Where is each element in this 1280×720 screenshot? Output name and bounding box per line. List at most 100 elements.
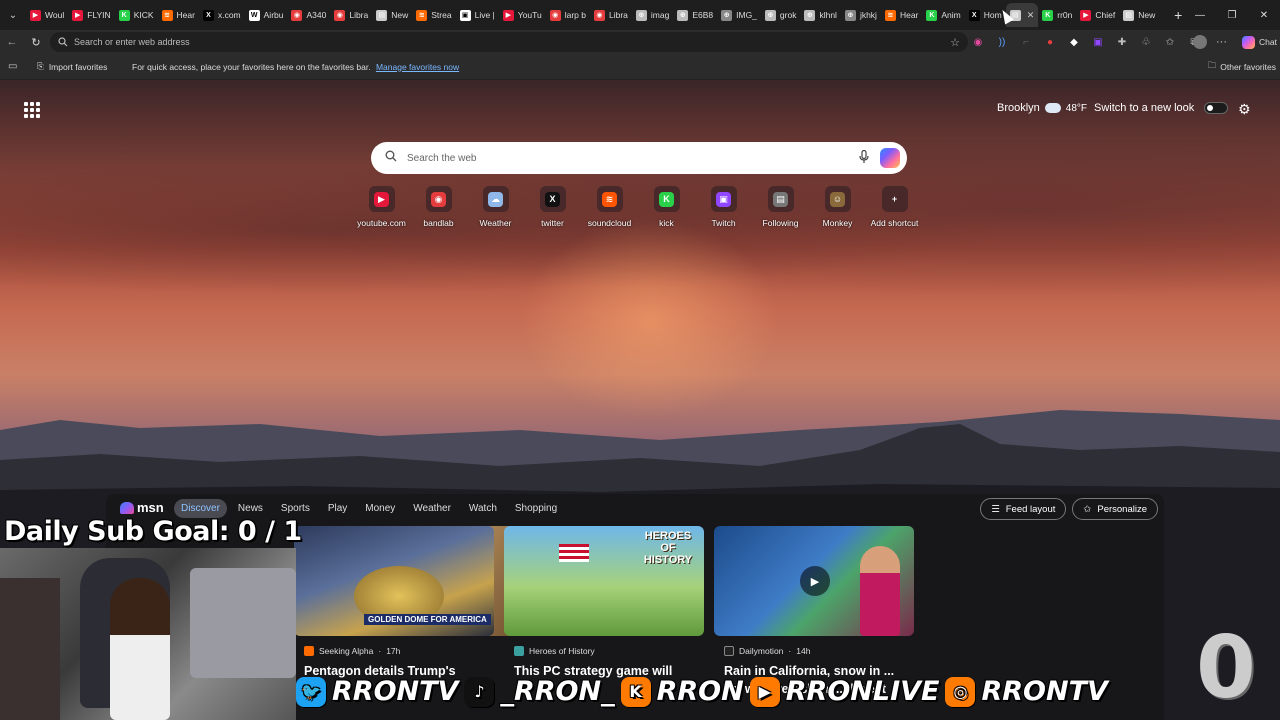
browser-tab[interactable]: ◉ Libra xyxy=(590,3,632,27)
shortcut-kick[interactable]: Kkick xyxy=(638,186,695,228)
browser-tab[interactable]: ≋ Hear xyxy=(158,3,199,27)
webcam-couch xyxy=(190,568,296,678)
source-separator: · xyxy=(788,646,792,656)
tab-title: Strea xyxy=(431,10,452,20)
shortcut-tile: ≋ xyxy=(596,186,623,212)
browser-tab[interactable]: ⊕ jkhkj xyxy=(841,3,881,27)
copilot-search-icon[interactable] xyxy=(880,148,900,168)
extension-icon[interactable]: ▣ xyxy=(1092,37,1104,48)
shortcut-tile: K xyxy=(653,186,680,212)
app-launcher-icon[interactable] xyxy=(24,102,40,118)
browser-tab[interactable]: ▤ New xyxy=(372,3,412,27)
browser-tab[interactable]: ◉ larp b xyxy=(546,3,590,27)
extension-icon[interactable]: ◉ xyxy=(972,37,984,48)
browser-tab[interactable]: ▶ Chief xyxy=(1076,3,1119,27)
page-settings-icon[interactable]: ⚙ xyxy=(1238,101,1251,118)
browser-tab[interactable]: ▤ New xyxy=(1119,3,1159,27)
shortcut-monkey[interactable]: ☺ Monkey xyxy=(809,186,866,228)
browser-tab[interactable]: ⊕ grok xyxy=(761,3,801,27)
minimize-icon[interactable]: — xyxy=(1184,0,1216,30)
shortcut-youtube-com[interactable]: ▶ youtube.com xyxy=(353,186,410,228)
new-look-switch[interactable]: Switch to a new look xyxy=(1094,102,1229,114)
microphone-icon[interactable] xyxy=(859,150,869,164)
browser-tab[interactable]: K KICK xyxy=(115,3,158,27)
shortcut-label: bandlab xyxy=(423,218,454,228)
browser-tab[interactable]: ≋ Hear xyxy=(881,3,922,27)
new-look-toggle[interactable] xyxy=(1204,102,1229,114)
shortcut-soundcloud[interactable]: ≋ soundcloud xyxy=(581,186,638,228)
shortcut-bandlab[interactable]: ◉ bandlab xyxy=(410,186,467,228)
source-logo-icon xyxy=(724,646,734,656)
browser-tab[interactable]: ▶ YouTu xyxy=(499,3,546,27)
tab-title: Hear xyxy=(899,10,919,20)
weather-widget[interactable]: Brooklyn 48°F xyxy=(997,102,1087,114)
browser-tab[interactable]: Xx.com xyxy=(199,3,245,27)
msn-tab-weather[interactable]: Weather xyxy=(406,499,458,518)
source-separator: · xyxy=(378,646,382,656)
shortcut-favicon-icon: ☺ xyxy=(830,191,845,207)
extensions-puzzle-icon[interactable]: ✚ xyxy=(1116,37,1128,48)
restore-icon[interactable]: ❐ xyxy=(1216,0,1248,30)
browser-tab[interactable]: ⊕ E6B8 xyxy=(673,3,717,27)
msn-tab-money[interactable]: Money xyxy=(358,499,402,518)
tab-title: larp b xyxy=(564,10,586,20)
other-favorites-button[interactable]: 🗀 Other favorites xyxy=(1208,60,1276,74)
more-menu-icon[interactable]: ··· xyxy=(1216,30,1227,54)
browser-tab[interactable]: ▶ Woul xyxy=(26,3,68,27)
extension-icon[interactable]: ♧ xyxy=(1140,37,1152,48)
tab-favicon-icon: X xyxy=(202,9,214,21)
msn-tab-play[interactable]: Play xyxy=(321,499,354,518)
shortcut-weather[interactable]: ☁ Weather xyxy=(467,186,524,228)
tab-favicon-icon: K xyxy=(1042,9,1054,21)
shortcut-favicon-icon: ◉ xyxy=(431,191,446,207)
feed-layout-button[interactable]: ☰ Feed layout xyxy=(980,498,1067,520)
browser-tab[interactable]: ⊕ klhnl xyxy=(800,3,840,27)
browser-tab[interactable]: ⊕ imag xyxy=(632,3,673,27)
browser-tab[interactable]: Krr0n xyxy=(1038,3,1076,27)
tab-favicon-icon: ▤ xyxy=(1123,9,1135,21)
browser-tab[interactable]: ▣ Live | xyxy=(456,3,499,27)
favorite-star-icon[interactable]: ☆ xyxy=(950,36,960,49)
web-search-box[interactable]: Search the web xyxy=(371,142,907,174)
news-card-source: Dailymotion · 14h xyxy=(724,646,810,656)
browser-tab[interactable]: ◉ Libra xyxy=(330,3,372,27)
browser-tab[interactable]: ≋ Strea xyxy=(412,3,455,27)
personalize-button[interactable]: ✩ Personalize xyxy=(1072,498,1158,520)
import-favorites-button[interactable]: ⎘ Import favorites xyxy=(37,61,107,72)
msn-tab-watch[interactable]: Watch xyxy=(462,499,504,518)
close-window-icon[interactable]: ✕ xyxy=(1248,0,1280,30)
browser-tab[interactable]: W Airbu xyxy=(245,3,288,27)
extension-icon[interactable]: ⌐ xyxy=(1020,37,1032,48)
personalize-label: Personalize xyxy=(1097,503,1147,515)
shortcut-twitter[interactable]: Xtwitter xyxy=(524,186,581,228)
play-icon[interactable]: ▶ xyxy=(800,566,830,596)
favorites-icon[interactable]: ✩ xyxy=(1164,37,1176,48)
shortcut-following[interactable]: ▤ Following xyxy=(752,186,809,228)
sidebar-toggle-icon[interactable]: ▭ xyxy=(8,61,17,72)
back-icon[interactable]: ← xyxy=(0,30,24,54)
tab-favicon-icon: K xyxy=(118,9,130,21)
browser-tab[interactable]: ▶ FLYIN xyxy=(68,3,114,27)
msn-logo[interactable]: msn xyxy=(120,500,164,515)
browser-tab[interactable]: ⊕ IMG_ xyxy=(717,3,761,27)
shortcut-twitch[interactable]: ▣ Twitch xyxy=(695,186,752,228)
shortcut-add-shortcut[interactable]: + Add shortcut xyxy=(866,186,923,228)
address-bar[interactable]: Search or enter web address ☆ xyxy=(50,32,968,52)
tab-title: A340 xyxy=(306,10,327,20)
manage-favorites-link[interactable]: Manage favorites now xyxy=(376,62,459,72)
tab-close-icon[interactable]: ✕ xyxy=(1027,10,1035,21)
extension-icon[interactable]: ● xyxy=(1044,37,1056,48)
shortcut-label: Following xyxy=(762,218,799,228)
browser-tab[interactable]: ◉ A340 xyxy=(287,3,330,27)
msn-tab-shopping[interactable]: Shopping xyxy=(508,499,564,518)
social-handle: RRONTV xyxy=(981,676,1108,707)
cloud-icon xyxy=(1044,103,1061,113)
profile-avatar[interactable] xyxy=(1193,35,1207,49)
read-aloud-icon[interactable]: )) xyxy=(996,37,1008,48)
tab-actions-menu-icon[interactable]: ⌄ xyxy=(0,0,26,30)
favorites-hint-text: For quick access, place your favorites h… xyxy=(132,61,371,72)
copilot-button[interactable]: Chat xyxy=(1242,30,1277,54)
refresh-icon[interactable]: ↻ xyxy=(24,30,48,54)
browser-tab[interactable]: K Anim xyxy=(922,3,964,27)
extension-icon[interactable]: ◆ xyxy=(1068,37,1080,48)
